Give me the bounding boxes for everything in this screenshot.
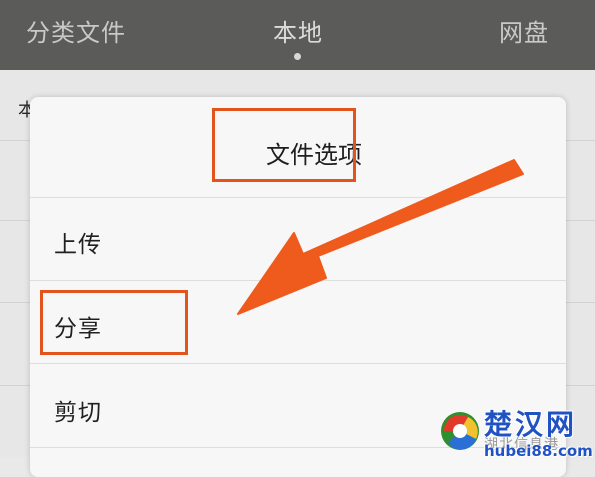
arrow-annotation-icon bbox=[237, 159, 524, 315]
site-watermark: 楚汉网 湖北信息港 hubei88.com bbox=[438, 405, 595, 460]
watermark-url: hubei88.com bbox=[484, 442, 593, 460]
watermark-logo-icon bbox=[441, 412, 479, 450]
